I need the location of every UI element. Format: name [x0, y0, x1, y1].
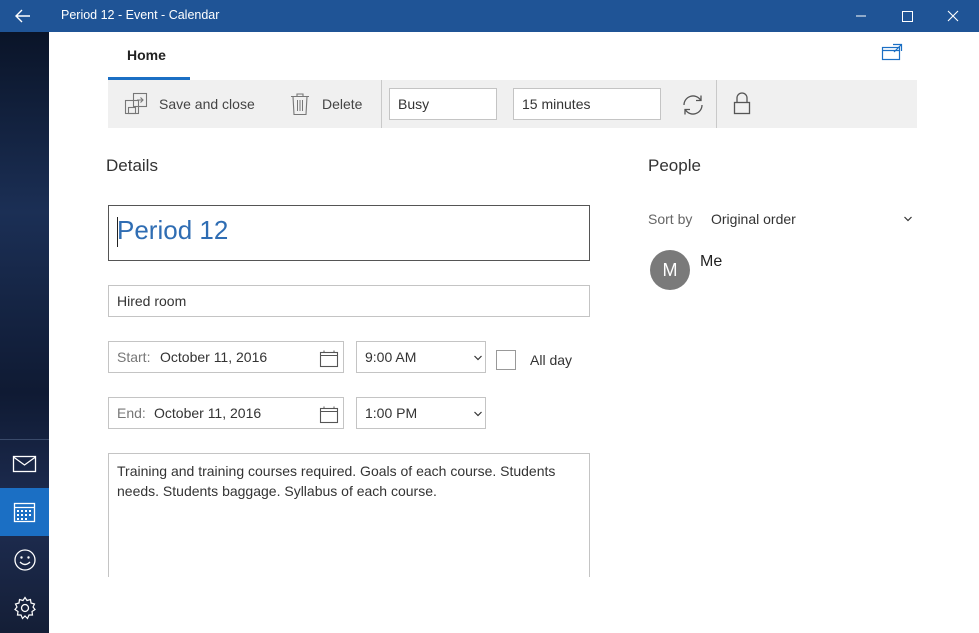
maximize-button[interactable] — [884, 0, 930, 32]
tab-home[interactable]: Home — [108, 40, 190, 80]
maximize-icon — [902, 11, 913, 22]
event-title-input[interactable]: Period 12 — [108, 205, 590, 261]
command-toolbar: Save and close Delete Busy 15 minutes — [108, 80, 917, 128]
delete-label: Delete — [322, 96, 363, 112]
calendar-nav-button[interactable] — [0, 488, 49, 536]
back-arrow-icon — [15, 9, 30, 23]
reminder-select[interactable]: 15 minutes — [513, 88, 661, 120]
start-date-value: October 11, 2016 — [160, 349, 268, 365]
popout-button[interactable] — [880, 42, 904, 62]
back-button[interactable] — [12, 6, 36, 26]
calendar-icon — [13, 502, 36, 523]
gear-icon — [14, 596, 36, 620]
feedback-nav-button[interactable] — [0, 536, 49, 584]
mail-nav-button[interactable] — [0, 440, 49, 488]
chevron-down-icon — [474, 355, 482, 361]
event-title-text: Period 12 — [117, 215, 229, 245]
attendee-name[interactable]: Me — [700, 253, 722, 271]
repeat-button[interactable] — [680, 92, 706, 118]
event-notes-textarea[interactable]: Training and training courses required. … — [108, 453, 590, 577]
settings-nav-button[interactable] — [0, 584, 49, 632]
close-icon — [947, 10, 959, 22]
tab-home-label: Home — [127, 47, 166, 63]
private-button[interactable] — [732, 91, 752, 117]
calendar-picker-icon — [319, 406, 339, 424]
start-time-select[interactable]: 9:00 AM — [356, 341, 486, 373]
end-date-picker[interactable]: End: October 11, 2016 — [108, 397, 344, 429]
save-icon — [124, 92, 148, 115]
app-rail — [0, 32, 49, 633]
minimize-button[interactable] — [838, 0, 884, 32]
popout-window-icon — [881, 43, 903, 61]
avatar[interactable]: M — [650, 250, 690, 290]
chevron-down-icon[interactable] — [903, 215, 913, 223]
mail-icon — [12, 455, 37, 473]
smiley-icon — [14, 549, 36, 571]
window-title: Period 12 - Event - Calendar — [61, 8, 220, 22]
sort-order-select[interactable]: Original order — [711, 211, 796, 227]
save-and-close-label: Save and close — [159, 96, 255, 112]
details-heading: Details — [106, 156, 158, 175]
sync-icon — [683, 95, 703, 115]
lock-icon — [733, 92, 751, 115]
location-input[interactable]: Hired room — [108, 285, 590, 317]
all-day-label: All day — [530, 352, 573, 368]
start-label: Start: — [117, 349, 151, 365]
minimize-icon — [856, 15, 866, 17]
end-date-value: October 11, 2016 — [154, 405, 262, 421]
start-date-picker[interactable]: Start: October 11, 2016 — [108, 341, 344, 373]
start-time-value: 9:00 AM — [365, 349, 417, 365]
end-label: End: — [117, 405, 146, 421]
show-as-select[interactable]: Busy — [389, 88, 497, 120]
title-bar: Period 12 - Event - Calendar — [0, 0, 979, 32]
sort-by-label: Sort by — [648, 211, 693, 227]
end-time-select[interactable]: 1:00 PM — [356, 397, 486, 429]
chevron-down-icon — [474, 411, 482, 417]
all-day-checkbox[interactable] — [496, 350, 516, 370]
toolbar-divider — [381, 80, 382, 128]
close-button[interactable] — [930, 0, 976, 32]
people-heading: People — [648, 156, 701, 175]
end-time-value: 1:00 PM — [365, 405, 418, 421]
calendar-picker-icon — [319, 350, 339, 368]
trash-icon — [291, 93, 309, 116]
toolbar-divider — [716, 80, 717, 128]
